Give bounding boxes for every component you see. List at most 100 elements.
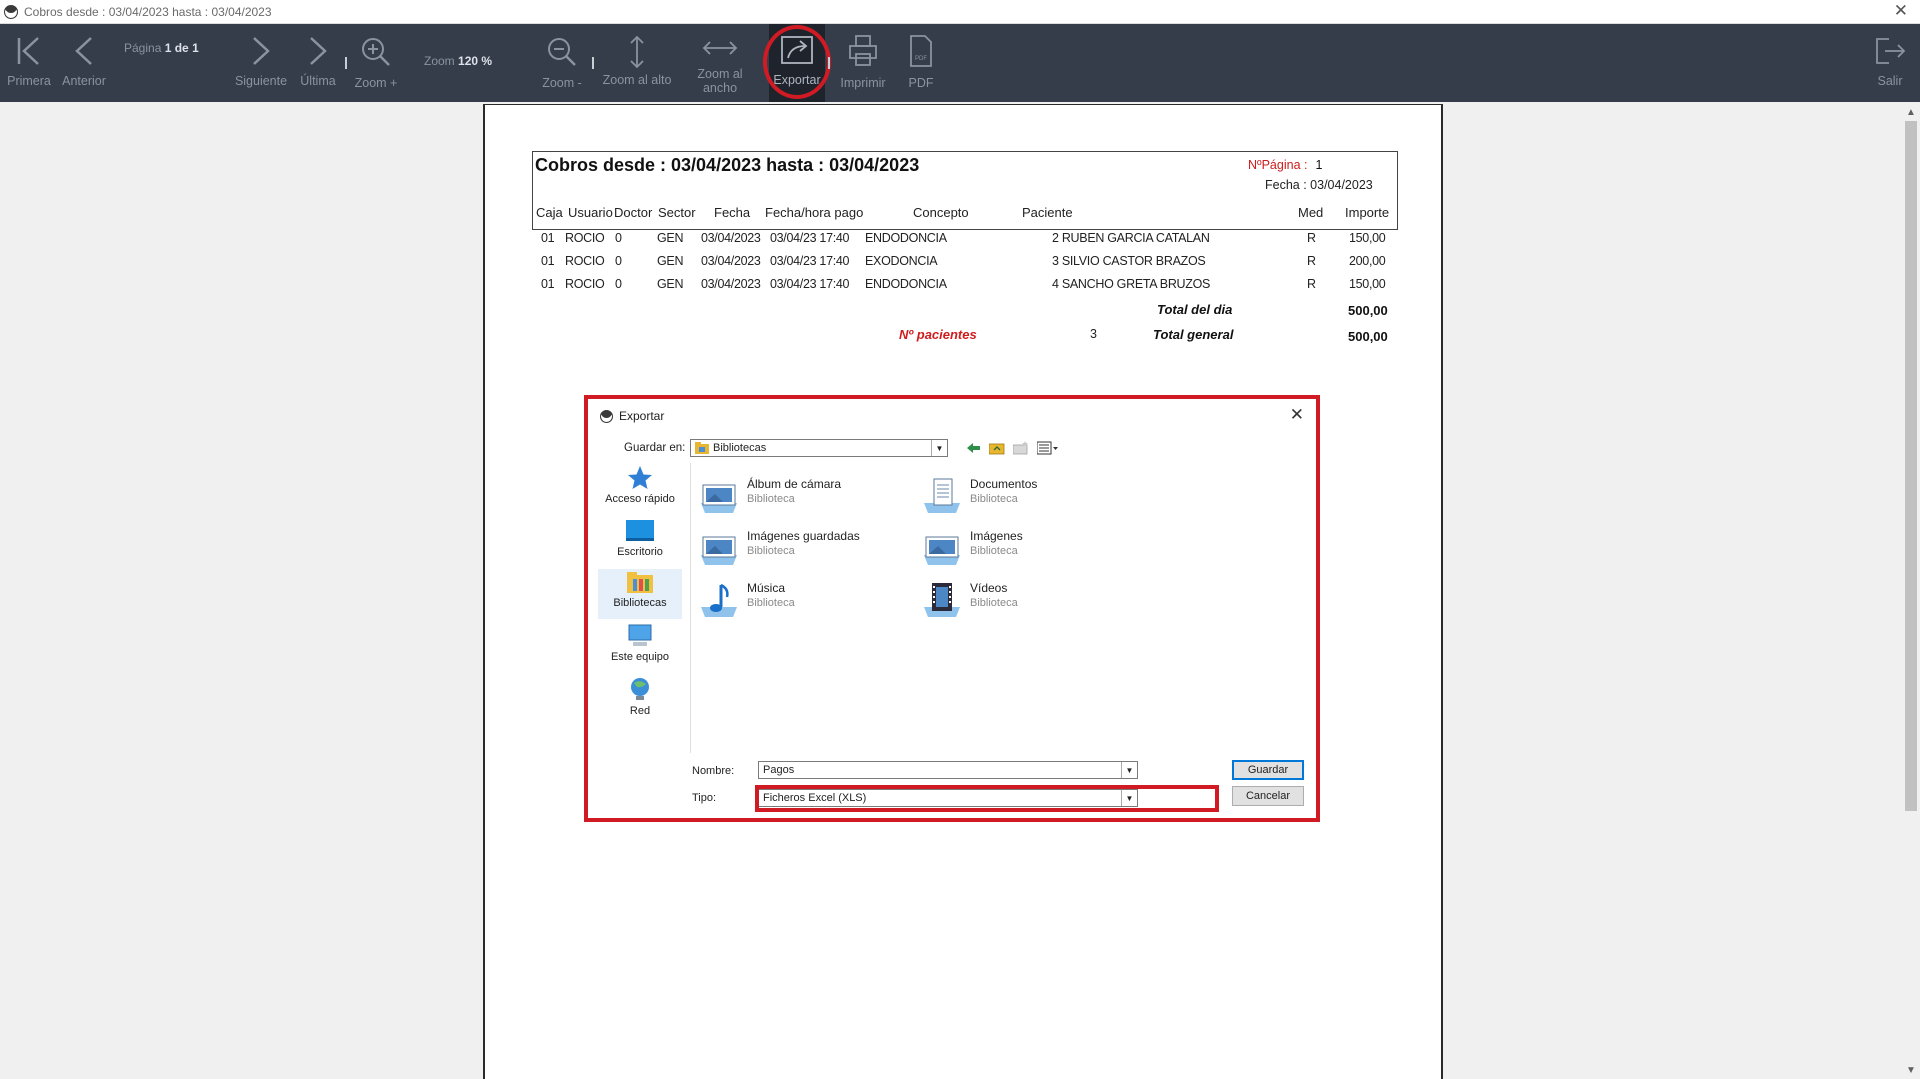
zoom-width-label-line2: ancho: [702, 81, 738, 95]
file-name-input[interactable]: Pagos ▼: [758, 761, 1138, 779]
desktop-icon: [626, 520, 654, 541]
zoom-height-button[interactable]: Zoom al alto: [596, 24, 678, 102]
back-arrow-icon[interactable]: [967, 442, 981, 454]
file-name-value: Pagos: [763, 764, 795, 776]
cell-concepto: ENDODONCIA: [865, 231, 947, 245]
library-item[interactable]: Música Biblioteca: [699, 581, 795, 619]
cell-usuario: ROCIO: [565, 254, 605, 268]
library-item[interactable]: Imágenes Biblioteca: [922, 529, 1023, 567]
cell-concepto: ENDODONCIA: [865, 277, 947, 291]
first-page-button[interactable]: Primera: [4, 24, 54, 102]
cell-med: R: [1307, 277, 1316, 291]
print-button[interactable]: Imprimir: [836, 24, 890, 102]
dialog-title-bar: Exportar: [600, 409, 664, 423]
cell-sector: GEN: [657, 277, 684, 291]
exit-button[interactable]: Salir: [1866, 24, 1914, 102]
cell-caja: 01: [541, 254, 555, 268]
zoom-width-button[interactable]: Zoom al ancho: [690, 24, 750, 102]
type-label: Tipo:: [692, 792, 717, 804]
save-in-dropdown[interactable]: Bibliotecas ▼: [690, 439, 948, 457]
cell-sector: GEN: [657, 254, 684, 268]
place-desktop[interactable]: Escritorio: [598, 518, 682, 566]
library-type: Biblioteca: [970, 597, 1018, 609]
last-page-label: Última: [300, 74, 336, 88]
vertical-scrollbar[interactable]: ▲ ▼: [1902, 103, 1920, 1078]
zoom-in-button[interactable]: Zoom +: [350, 24, 402, 102]
horizontal-arrows-icon: [702, 41, 738, 55]
column-header: Fecha/hora pago: [765, 205, 864, 220]
toolbar-separator: [828, 57, 830, 69]
library-item[interactable]: Documentos Biblioteca: [922, 477, 1037, 515]
cell-fecha: 03/04/2023: [701, 277, 761, 291]
library-type: Biblioteca: [747, 493, 795, 505]
library-type: Biblioteca: [747, 545, 795, 557]
place-quick-access[interactable]: Acceso rápido: [598, 465, 682, 513]
new-folder-icon[interactable]: [1013, 441, 1029, 455]
library-type: Biblioteca: [747, 597, 795, 609]
zoom-in-label: Zoom +: [354, 76, 398, 90]
library-type: Biblioteca: [970, 493, 1018, 505]
place-label: Bibliotecas: [613, 597, 667, 609]
pictures-library-icon: [924, 536, 960, 565]
cancel-button[interactable]: Cancelar: [1232, 786, 1304, 806]
cell-importe: 150,00: [1349, 277, 1386, 291]
window-title-bar: Cobros desde : 03/04/2023 hasta : 03/04/…: [0, 0, 1920, 24]
place-network[interactable]: Red: [598, 675, 682, 723]
last-page-button[interactable]: Última: [294, 24, 342, 102]
cell-caja: 01: [541, 231, 555, 245]
exit-icon: [1876, 38, 1906, 64]
name-label: Nombre:: [692, 765, 735, 777]
chevron-right-icon: [253, 37, 270, 65]
view-menu-icon[interactable]: [1037, 441, 1059, 455]
chevron-down-icon: ▼: [931, 440, 947, 456]
library-item[interactable]: Álbum de cámara Biblioteca: [699, 477, 841, 515]
place-label: Este equipo: [610, 651, 670, 663]
total-general-label: Total general: [1153, 327, 1234, 342]
library-name: Imágenes: [970, 529, 1023, 543]
column-header: Doctor: [614, 205, 653, 220]
up-folder-icon[interactable]: [989, 441, 1005, 455]
scrollbar-thumb[interactable]: [1905, 121, 1917, 811]
toolbar-separator: [592, 57, 594, 69]
library-item[interactable]: Vídeos Biblioteca: [922, 581, 1018, 619]
library-name: Documentos: [970, 477, 1038, 491]
zoom-out-button[interactable]: Zoom -: [536, 24, 588, 102]
place-libraries[interactable]: Bibliotecas: [598, 569, 682, 619]
place-this-pc[interactable]: Este equipo: [598, 623, 682, 671]
scroll-up-icon[interactable]: ▲: [1906, 107, 1916, 118]
cell-fecha: 03/04/2023: [701, 231, 761, 245]
column-header: Sector: [658, 205, 696, 220]
cell-concepto: EXODONCIA: [865, 254, 938, 268]
app-icon: [600, 409, 613, 423]
pictures-library-icon: [701, 536, 737, 565]
cell-paciente: 2 RUBEN GARCIA CATALAN: [1052, 231, 1210, 245]
toolbar-separator: [345, 57, 347, 69]
zoom-width-label-line1: Zoom al: [697, 67, 743, 81]
dialog-title: Exportar: [619, 409, 665, 423]
window-title: Cobros desde : 03/04/2023 hasta : 03/04/…: [24, 4, 272, 19]
pdf-button[interactable]: PDF PDF: [894, 24, 948, 102]
chevron-down-icon: ▼: [1121, 762, 1137, 778]
page-value: 1 de 1: [164, 41, 199, 55]
cell-doctor: 0: [615, 231, 622, 245]
zoom-indicator: Zoom 120 %: [424, 54, 492, 68]
documents-library-icon: [924, 478, 960, 513]
report-title: Cobros desde : 03/04/2023 hasta : 03/04/…: [535, 155, 920, 175]
library-name: Álbum de cámara: [747, 477, 842, 491]
column-header: Med: [1298, 205, 1324, 220]
dialog-close-icon[interactable]: ✕: [1290, 405, 1304, 425]
next-page-button[interactable]: Siguiente: [232, 24, 290, 102]
previous-page-button[interactable]: Anterior: [58, 24, 110, 102]
column-header: Concepto: [913, 205, 969, 220]
pdf-icon: PDF: [910, 35, 932, 67]
scroll-down-icon[interactable]: ▼: [1906, 1065, 1916, 1076]
patients-count: 3: [1090, 327, 1097, 341]
music-library-icon: [701, 583, 737, 617]
videos-library-icon: [924, 583, 960, 617]
library-item[interactable]: Imágenes guardadas Biblioteca: [699, 529, 860, 567]
dialog-nav-icons: [967, 441, 1059, 455]
window-close-icon[interactable]: ✕: [1894, 1, 1908, 21]
cell-pago: 03/04/23 17:40: [770, 277, 850, 291]
save-button[interactable]: Guardar: [1232, 760, 1304, 780]
library-name: Música: [747, 581, 786, 595]
